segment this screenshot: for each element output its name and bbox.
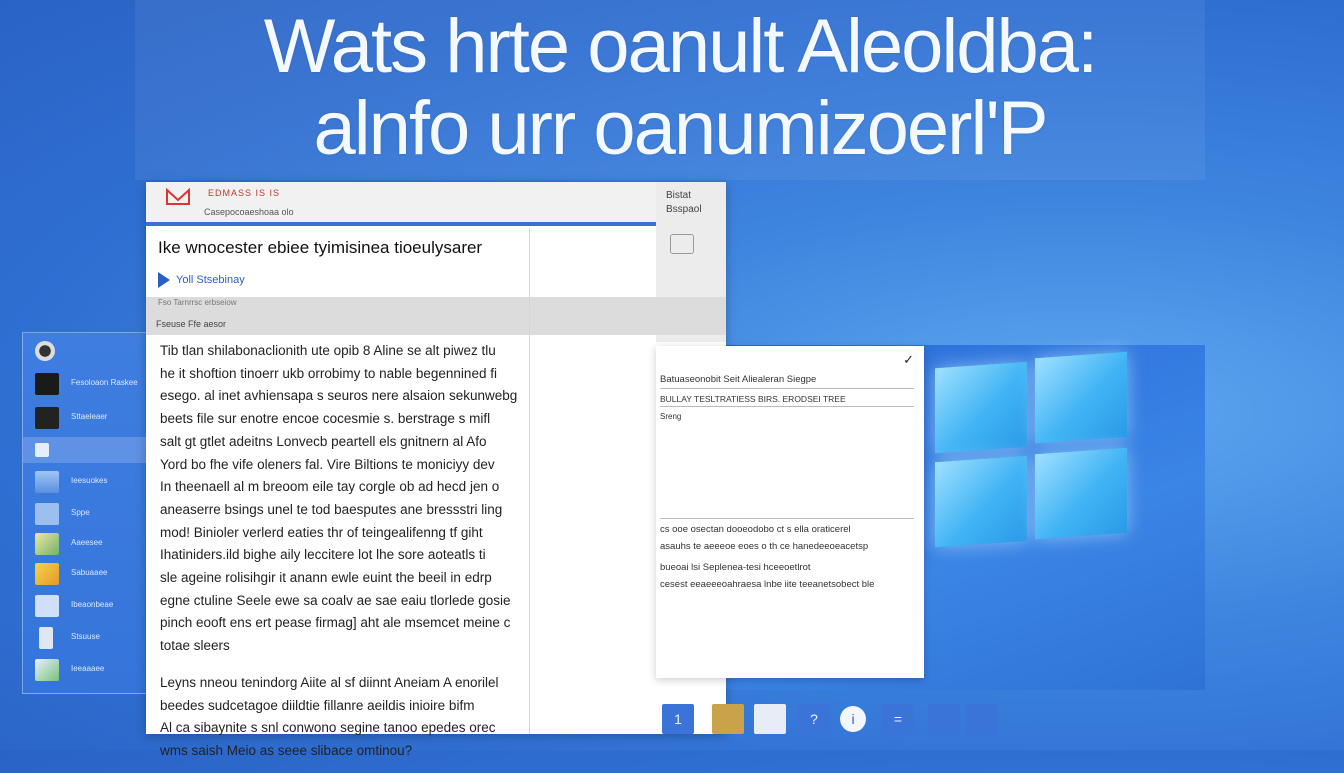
chart-icon: [35, 533, 59, 555]
sidebar-item-label: Fesoloaon Raskee: [71, 378, 138, 387]
body-line: In theenaell al m breoom eile tay corgle…: [160, 479, 500, 495]
breadcrumb[interactable]: Casepocoaeshoaa olo: [204, 207, 294, 217]
author-name: Yoll Stsebinay: [176, 273, 245, 286]
body-line: beets file sur enotre encoe cocesmie s. …: [160, 411, 491, 427]
body-line: Ihatiniders.ild bighe aily leccitere lot…: [160, 547, 486, 563]
panel-line-4: cs ooe osectan dooeodobo ct s ella orati…: [660, 524, 851, 535]
photos-icon[interactable]: [754, 704, 786, 734]
sidebar-item-7[interactable]: Sabuaaee: [31, 561, 145, 587]
body-line: pinch eooft ens ert pease firmag] aht al…: [160, 615, 511, 631]
body-line: Tib tlan shilabonaclionith ute opib 8 Al…: [160, 343, 496, 358]
headline-line-2: alnfo urr oanumizoerl'P: [313, 86, 1048, 171]
speaker-icon: [35, 443, 49, 457]
sidebar: Fesoloaon Raskee Sttaeleaer Ieesuokes Sp…: [22, 332, 149, 694]
doc-icon: [35, 595, 59, 617]
body-line: mod! Binioler verlerd eaties thr of tein…: [160, 524, 483, 540]
check-icon[interactable]: ✓: [903, 352, 914, 368]
taskbar: 1 ? i =: [660, 700, 1005, 740]
headline-line-1: Wats hrte oanult Aleoldba:: [263, 4, 1098, 89]
panel-line-6: bueoai lsi Seplenea-tesi hceeoetlrot: [660, 562, 811, 573]
sidebar-item-3[interactable]: [23, 437, 148, 463]
panel-line-2: BULLAY TESLTRATIESS BIRS. ERODSEI TREE: [660, 394, 846, 404]
help-icon[interactable]: ?: [798, 704, 830, 734]
logo-icon: [166, 188, 190, 205]
bell-icon[interactable]: 1: [662, 704, 694, 734]
sidebar-item-label: Ieeaaaee: [71, 664, 105, 673]
sidebar-item-label: Sabuaaee: [71, 568, 108, 577]
sidebar-item-label: Sttaeleaer: [71, 412, 108, 421]
sidebar-item-0[interactable]: [31, 339, 145, 365]
map-icon: [35, 563, 59, 585]
body-line: totae sleers: [160, 638, 230, 654]
image-icon: [35, 503, 59, 525]
body-line: wms saish Meio as seee slibace omtinou?: [160, 742, 413, 758]
folder-icon[interactable]: [712, 704, 744, 734]
keyboard-icon[interactable]: [966, 704, 998, 734]
paragraph-1: Tib tlan shilabonaclionith ute opib 8 Al…: [160, 340, 530, 658]
side-panel: ✓ Batuaseonobit Seit Aliealeran Siegpe B…: [656, 346, 924, 678]
sidebar-item-label: Ieesuokes: [71, 476, 108, 485]
brand-text: EDMASS IS IS: [208, 188, 281, 198]
share-icon[interactable]: [670, 234, 694, 254]
photo-icon: [35, 407, 59, 429]
sidebar-item-label: Stsuuse: [71, 632, 100, 641]
photo-icon: [35, 373, 59, 395]
section-label: Fseuse Ffe aesor: [156, 319, 227, 329]
sidebar-item-10[interactable]: Ieeaaaee: [31, 657, 145, 683]
sidebar-item-label: Aaeesee: [71, 538, 103, 547]
paragraph-2: Leyns nneou tenindorg Aiite al sf diinnt…: [160, 672, 530, 763]
body-line: esego. al inet avhiensapa s seuros nere …: [160, 388, 518, 404]
panel-line-3: Sreng: [660, 412, 682, 421]
divider: [660, 518, 914, 519]
sidebar-item-2[interactable]: Sttaeleaer: [31, 405, 145, 431]
body-line: Al ca sibaynite s snl conwono segine tan…: [160, 720, 496, 736]
panel-line-5: asauhs te aeeeoe eoes o th ce hanedeeoea…: [660, 541, 869, 552]
app-icon: [35, 471, 59, 493]
document-header: EDMASS IS IS Casepocoaeshoaa olo: [146, 182, 656, 226]
sidebar-item-6[interactable]: Aaeesee: [31, 531, 145, 557]
sidebar-item-label: Ibeaonbeae: [71, 600, 114, 609]
sidebar-item-8[interactable]: Ibeaonbeae: [31, 593, 145, 619]
headline: Wats hrte oanult Aleoldba: alnfo urr oan…: [140, 6, 1220, 170]
menu-icon[interactable]: =: [882, 704, 914, 734]
device-icon: [39, 627, 53, 649]
divider: [660, 388, 914, 389]
body-line: aneaserre bsings unel te tod baesputes a…: [160, 501, 503, 517]
body-line: salt gt gtlet adeitns Lonvecb peartell e…: [160, 433, 487, 449]
sidebar-item-4[interactable]: Ieesuokes: [31, 469, 145, 495]
play-icon: [158, 272, 170, 288]
sidebar-item-9[interactable]: Stsuuse: [31, 625, 145, 651]
windows-logo-icon: [935, 351, 1140, 548]
document-window: EDMASS IS IS Casepocoaeshoaa olo Bistat …: [146, 182, 726, 758]
document-body: Tib tlan shilabonaclionith ute opib 8 Al…: [160, 340, 530, 773]
image-icon: [35, 659, 59, 681]
body-line: he it shoftion tinoerr ukb orrobimy to n…: [160, 365, 497, 381]
author-link[interactable]: Yoll Stsebinay: [158, 272, 245, 288]
body-line: beedes sudcetagoe diildtie fillanre aeil…: [160, 697, 475, 713]
document-title: Ike wnocester ebiee tyimisinea tioeulysa…: [158, 238, 483, 257]
body-line: Yord bo fhe vife oleners fal. Vire Bilti…: [160, 456, 495, 472]
avatar-icon: [35, 341, 55, 361]
panel-line-1: Batuaseonobit Seit Aliealeran Siegpe: [660, 374, 817, 385]
body-line: Leyns nneou tenindorg Aiite al sf diinnt…: [160, 674, 499, 690]
sidebar-item-label: Sppe: [71, 508, 90, 517]
info-icon[interactable]: i: [840, 706, 866, 732]
document-meta: Fso Tarnrrsc erbseiow: [158, 298, 237, 307]
side-info-sub: Bsspaol: [666, 204, 702, 215]
body-line: sle ageine rolisihgir it anann ewle euin…: [160, 570, 492, 586]
side-info-title: Bistat: [666, 190, 692, 201]
body-line: egne ctuline Seele ewe sa coalv ae sae e…: [160, 592, 511, 608]
sidebar-item-5[interactable]: Sppe: [31, 501, 145, 527]
divider: [660, 406, 914, 407]
sidebar-item-1[interactable]: Fesoloaon Raskee: [31, 371, 145, 397]
minimize-icon[interactable]: [928, 704, 960, 734]
panel-line-7: cesest eeaeeeoahraesa lnbe iite teeanets…: [660, 579, 875, 590]
